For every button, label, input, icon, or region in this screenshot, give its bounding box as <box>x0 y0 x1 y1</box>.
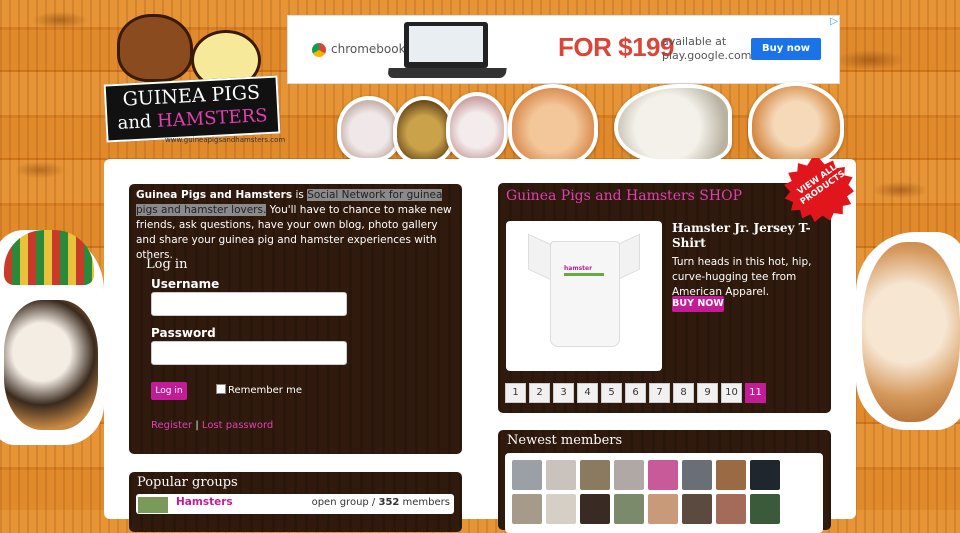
page-5[interactable]: 5 <box>601 383 622 403</box>
product-image[interactable]: hamster <box>506 221 662 371</box>
group-thumbnail[interactable] <box>138 497 168 513</box>
logo-plate: GUINEA PIGS and HAMSTERS <box>103 75 281 143</box>
logo-url: www.guineapigsandhamsters.com <box>165 136 286 144</box>
member-avatar[interactable] <box>512 494 542 524</box>
product-pager: 1 2 3 4 5 6 7 8 9 10 11 <box>505 383 766 403</box>
ad-buy-now-button[interactable]: Buy now <box>751 38 821 60</box>
member-avatar[interactable] <box>682 460 712 490</box>
login-links: Register | Lost password <box>151 420 274 431</box>
member-avatar[interactable] <box>716 460 746 490</box>
chromebook-ad-banner[interactable]: chromebook FOR $199 available at play.goo… <box>287 15 840 84</box>
group-row[interactable]: Hamsters open group / 352 members <box>136 494 454 514</box>
page-1[interactable]: 1 <box>505 383 526 403</box>
member-avatar[interactable] <box>682 494 712 524</box>
password-label: Password <box>151 326 216 340</box>
members-grid <box>505 453 823 533</box>
hamster-photo-1 <box>508 84 598 166</box>
adchoices-icon[interactable]: ▷ <box>830 16 838 27</box>
hamster-photo-2 <box>748 82 844 166</box>
page-11-current[interactable]: 11 <box>745 383 766 403</box>
newest-members-panel: Newest members <box>498 430 831 533</box>
page-4[interactable]: 4 <box>577 383 598 403</box>
guinea-pig-sombrero-photo <box>0 230 104 445</box>
page-10[interactable]: 10 <box>721 383 742 403</box>
buy-now-button[interactable]: BUY NOW <box>672 296 724 312</box>
product-description: Turn heads in this hot, hip, curve-huggi… <box>672 256 812 298</box>
guinea-pig-photo-4 <box>614 84 732 164</box>
ad-price: FOR $199 <box>558 32 674 62</box>
member-avatar[interactable] <box>716 494 746 524</box>
remember-me-checkbox[interactable] <box>216 384 226 394</box>
member-avatar[interactable] <box>580 460 610 490</box>
shop-panel: Guinea Pigs and Hamsters SHOP hamster Ha… <box>498 183 831 413</box>
intro-login-panel: Guinea Pigs and Hamsters is Social Netwo… <box>129 184 462 454</box>
member-avatar[interactable] <box>648 460 678 490</box>
product-title[interactable]: Hamster Jr. Jersey T-Shirt <box>672 221 812 251</box>
ad-availability: available at play.google.com <box>662 35 752 62</box>
member-avatar[interactable] <box>648 494 678 524</box>
member-avatar[interactable] <box>614 460 644 490</box>
member-avatar[interactable] <box>614 494 644 524</box>
member-avatar[interactable] <box>750 460 780 490</box>
chrome-icon <box>312 43 326 57</box>
page-2[interactable]: 2 <box>529 383 550 403</box>
login-button[interactable]: Log in <box>151 382 187 400</box>
shirt-logo: hamster <box>564 265 604 276</box>
intro-text: Guinea Pigs and Hamsters is Social Netwo… <box>136 189 452 261</box>
member-avatar[interactable] <box>750 494 780 524</box>
page-7[interactable]: 7 <box>649 383 670 403</box>
page-3[interactable]: 3 <box>553 383 574 403</box>
member-avatar[interactable] <box>580 494 610 524</box>
tshirt-image: hamster <box>528 233 640 347</box>
newest-members-heading: Newest members <box>507 433 623 448</box>
guinea-pig-cartoon-icon <box>117 14 193 82</box>
popular-groups-panel: Popular groups Hamsters open group / 352… <box>129 472 462 532</box>
remember-me[interactable]: Remember me <box>216 384 302 396</box>
page-6[interactable]: 6 <box>625 383 646 403</box>
username-input[interactable] <box>151 292 347 316</box>
guinea-pig-photo-3 <box>446 92 508 162</box>
member-avatar[interactable] <box>512 460 542 490</box>
group-name-link[interactable]: Hamsters <box>176 496 233 508</box>
page-9[interactable]: 9 <box>697 383 718 403</box>
popular-groups-heading: Popular groups <box>137 475 238 490</box>
lost-password-link[interactable]: Lost password <box>202 420 273 431</box>
site-logo[interactable]: GUINEA PIGS and HAMSTERS www.guineapigsa… <box>103 14 285 144</box>
guinea-pig-photo-1 <box>337 96 401 162</box>
register-link[interactable]: Register <box>151 420 192 431</box>
member-avatar[interactable] <box>546 494 576 524</box>
username-label: Username <box>151 277 220 291</box>
laptop-image <box>387 22 507 82</box>
member-avatar[interactable] <box>546 460 576 490</box>
group-info: open group / 352 members <box>311 497 450 508</box>
view-all-products-badge[interactable]: VIEW ALL PRODUCTS <box>784 158 854 222</box>
hamster-side-photo <box>856 232 960 430</box>
page-8[interactable]: 8 <box>673 383 694 403</box>
login-heading: Log in <box>146 257 188 272</box>
shop-heading[interactable]: Guinea Pigs and Hamsters SHOP <box>506 188 742 204</box>
password-input[interactable] <box>151 341 347 365</box>
